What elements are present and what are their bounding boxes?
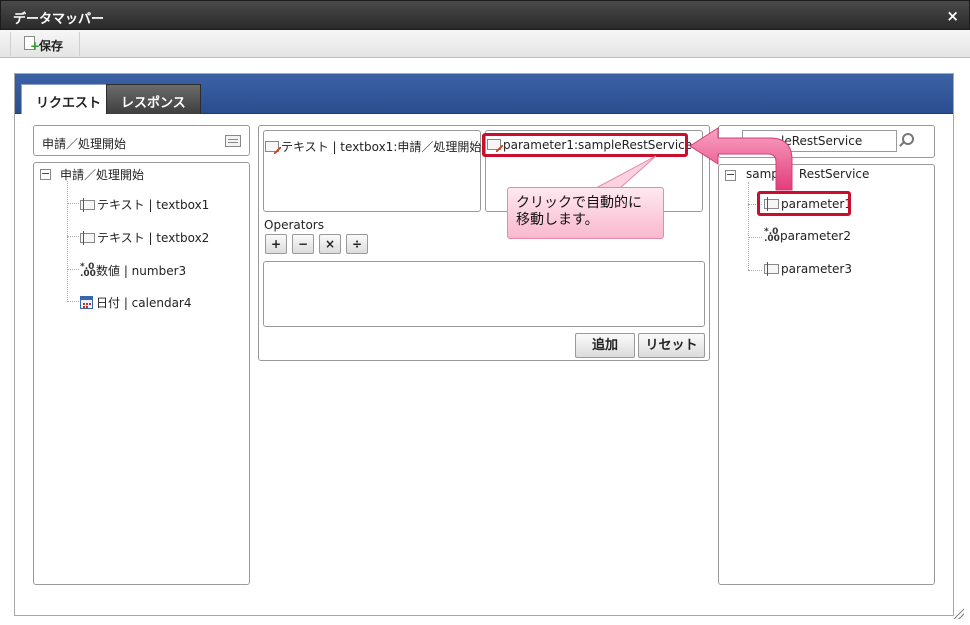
hint-callout: クリックで自動的に 移動します。 [507, 187, 664, 239]
resize-grip-icon[interactable] [952, 607, 964, 619]
hint-callout-line: 移動します。 [516, 212, 599, 228]
callout-tail [595, 155, 657, 189]
hint-callout-line: クリックで自動的に [516, 195, 642, 211]
